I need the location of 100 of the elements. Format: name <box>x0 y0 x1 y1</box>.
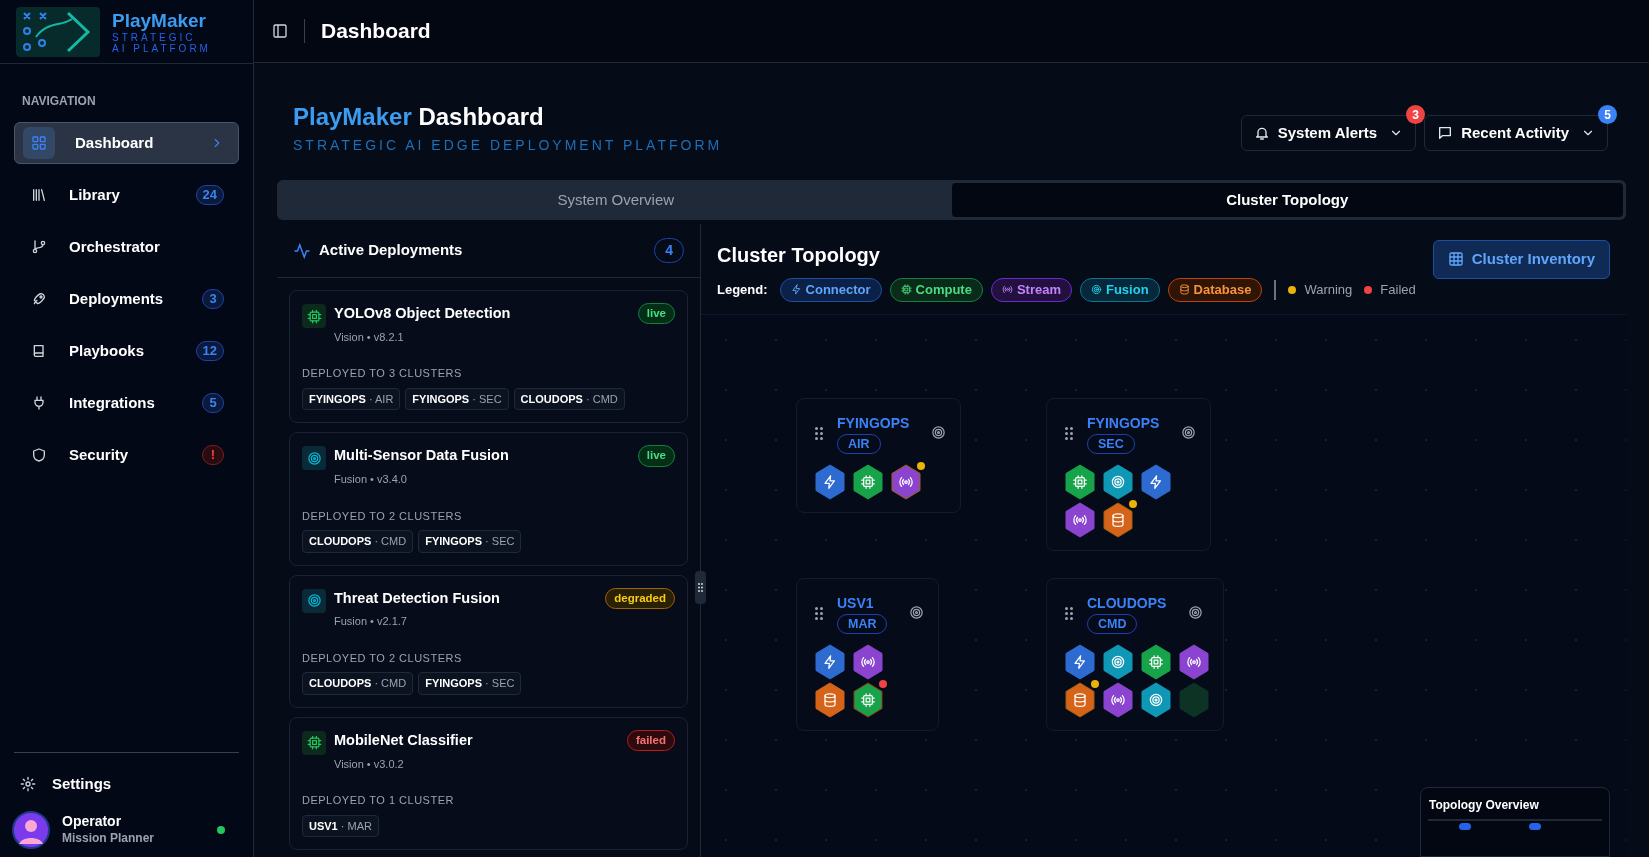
deployment-card[interactable]: YOLOv8 Object Detection Vision • v8.2.1 live DEPLOYED TO 3 CLUSTERS FYINGOPS · AIR FYINGOPS · SEC CLOUDOPS · CMD <box>289 290 688 424</box>
deployment-card[interactable]: Threat Detection Fusion Fusion • v2.1.7 degraded DEPLOYED TO 2 CLUSTERS CLOUDOPS · CMD FYINGOPS · SEC <box>289 574 688 708</box>
user-role: Mission Planner <box>62 830 156 847</box>
drag-handle-icon[interactable] <box>1065 606 1073 620</box>
sidebar-toggle-icon[interactable] <box>272 23 288 39</box>
target-icon <box>302 588 326 613</box>
minimap-node <box>1529 823 1541 830</box>
legend-label: Legend: <box>717 281 768 299</box>
activity-icon <box>293 241 311 260</box>
dashboard-icon <box>31 135 47 151</box>
service-node[interactable] <box>815 644 845 681</box>
cluster-tag: USV1 · MAR <box>302 814 379 837</box>
nav-item[interactable]: Integrations 5 <box>14 382 239 424</box>
drag-handle-icon[interactable] <box>815 606 823 620</box>
branch-icon <box>31 239 47 255</box>
tab[interactable]: System Overview <box>280 183 952 217</box>
cluster-tag: FYINGOPS · SEC <box>418 530 522 553</box>
nav-item[interactable]: Deployments 3 <box>14 278 239 320</box>
count-badge: 12 <box>195 341 224 361</box>
service-node[interactable] <box>1103 464 1133 501</box>
user-name: Operator <box>62 813 123 829</box>
cluster-inventory-button[interactable]: Cluster Inventory <box>1432 240 1610 279</box>
service-node[interactable] <box>1141 644 1171 681</box>
deployment-card[interactable]: MobileNet Classifier Vision • v3.0.2 failed DEPLOYED TO 1 CLUSTER USV1 · MAR <box>289 716 688 850</box>
settings-link[interactable]: Settings <box>0 760 253 807</box>
count-badge: 5 <box>202 393 224 413</box>
legend-chip: Database <box>1167 278 1263 302</box>
drag-handle-icon[interactable] <box>1065 426 1073 440</box>
deployment-name: YOLOv8 Object Detection <box>334 304 512 323</box>
cluster-card[interactable]: USV1 MAR <box>796 577 940 732</box>
brand-name: PlayMaker <box>112 8 207 33</box>
target-icon <box>1188 604 1204 620</box>
cluster-name: CLOUDOPS <box>1087 593 1167 613</box>
clusters-label: DEPLOYED TO 2 CLUSTERS <box>302 508 463 524</box>
deployment-meta: Vision • v3.0.2 <box>334 756 405 772</box>
legend-chip: Compute <box>889 278 983 302</box>
page-title: PlayMaker Dashboard <box>293 103 545 131</box>
service-node[interactable] <box>1141 464 1171 501</box>
resize-handle[interactable] <box>695 571 706 604</box>
service-node[interactable] <box>1103 644 1133 681</box>
service-node[interactable] <box>853 644 883 681</box>
cluster-tag: CLOUDOPS · CMD <box>302 530 414 553</box>
count-badge: 24 <box>195 185 224 205</box>
database-icon <box>1178 284 1190 296</box>
service-node[interactable] <box>1065 502 1095 539</box>
cluster-name: USV1 <box>837 593 874 613</box>
status-badge: live <box>637 303 675 325</box>
settings-icon <box>20 775 36 792</box>
service-node[interactable] <box>1065 464 1095 501</box>
broadcast-icon <box>1001 284 1013 296</box>
brand-tagline: STRATEGIC AI PLATFORM <box>112 32 212 55</box>
nav-item[interactable]: Playbooks 12 <box>14 330 239 372</box>
bell-icon <box>1253 125 1270 141</box>
chip-icon <box>900 284 912 296</box>
count-badge: 3 <box>202 289 224 309</box>
cluster-card[interactable]: FYINGOPS AIR <box>796 397 962 514</box>
deployment-name: Threat Detection Fusion <box>334 588 501 608</box>
nav-item[interactable]: Security ! <box>14 434 239 476</box>
service-node[interactable] <box>1179 644 1209 681</box>
panel-title: Cluster Topology <box>717 243 881 268</box>
status-badge: failed <box>626 729 675 751</box>
target-icon <box>931 424 947 440</box>
cluster-card[interactable]: CLOUDOPS CMD <box>1046 577 1224 732</box>
status-badge: degraded <box>605 587 675 609</box>
nav-item[interactable]: Dashboard <box>14 122 239 164</box>
minimap-title: Topology Overview <box>1429 797 1540 814</box>
legend-chip: Fusion <box>1080 278 1160 302</box>
service-node[interactable] <box>853 464 883 501</box>
nav-item[interactable]: Orchestrator <box>14 226 239 268</box>
count-badge: 5 <box>1598 105 1617 124</box>
deployment-name: Multi-Sensor Data Fusion <box>334 446 510 466</box>
deployment-meta: Vision • v8.2.1 <box>334 329 405 345</box>
target-icon <box>302 446 326 471</box>
legend-text: Warning <box>1304 281 1353 299</box>
service-node[interactable] <box>815 464 845 501</box>
drag-handle-icon[interactable] <box>815 426 823 440</box>
cluster-card[interactable]: FYINGOPS SEC <box>1046 397 1212 552</box>
target-icon <box>909 604 925 620</box>
count-badge: ! <box>202 445 224 465</box>
clusters-label: DEPLOYED TO 2 CLUSTERS <box>302 650 463 666</box>
empty-node-hexagon[interactable] <box>1179 682 1209 719</box>
service-node[interactable] <box>1065 644 1095 681</box>
cluster-name: FYINGOPS <box>837 413 910 433</box>
rocket-icon <box>31 291 47 307</box>
cluster-name: FYINGOPS <box>1087 413 1160 433</box>
status-badge: live <box>637 445 675 467</box>
header-title: Dashboard <box>321 18 431 45</box>
page-subtitle: STRATEGIC AI EDGE DEPLOYMENT PLATFORM <box>293 136 723 155</box>
service-node[interactable] <box>1103 682 1133 719</box>
cluster-tag: FYINGOPS · AIR <box>302 387 401 411</box>
chip-icon <box>302 304 326 328</box>
chip-icon <box>302 730 326 755</box>
book-icon <box>31 343 47 359</box>
tab[interactable]: Cluster Topology <box>951 183 1623 217</box>
deployment-meta: Fusion • v3.4.0 <box>334 472 408 487</box>
section-label: NAVIGATION <box>21 93 97 110</box>
service-node[interactable] <box>1141 682 1171 719</box>
deployment-card[interactable]: Multi-Sensor Data Fusion Fusion • v3.4.0 live DEPLOYED TO 2 CLUSTERS CLOUDOPS · CMD FYINGOPS · SEC <box>289 432 688 566</box>
nav-item[interactable]: Library 24 <box>14 174 239 216</box>
service-node[interactable] <box>815 682 845 719</box>
